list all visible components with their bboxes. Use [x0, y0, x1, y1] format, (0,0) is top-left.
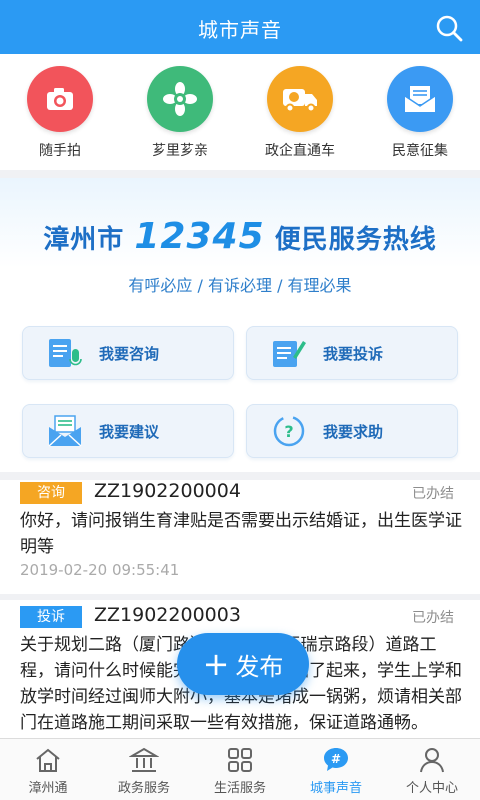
- status-text: 已办结: [412, 486, 454, 502]
- quick-item-neighbors[interactable]: 芗里芗亲: [120, 54, 240, 170]
- plus-icon: +: [202, 645, 230, 683]
- service-grid: 我要咨询 我要投诉 我要建议 ? 我要求助: [0, 306, 480, 472]
- complaint-icon: [273, 341, 306, 367]
- quick-item-label: 芗里芗亲: [152, 143, 208, 159]
- tab-label: 政务服务: [117, 781, 170, 796]
- quick-item-enterprise[interactable]: 政企直通车: [240, 54, 360, 170]
- government-icon: [129, 747, 159, 772]
- suggestion-button[interactable]: 我要建议: [22, 404, 234, 458]
- quick-item-label: 随手拍: [39, 143, 81, 159]
- consult-label: 我要咨询: [99, 344, 160, 363]
- ticket-code: ZZ1902200004: [94, 480, 241, 502]
- help-icon: ?: [273, 415, 305, 447]
- complaint-button[interactable]: 我要投诉: [246, 326, 458, 380]
- hotline-banner[interactable]: 漳州市 12345 便民服务热线 有呼必应 / 有诉必理 / 有理必果: [0, 178, 480, 320]
- help-button[interactable]: ? 我要求助: [246, 404, 458, 458]
- publish-button[interactable]: + 发布: [177, 633, 309, 695]
- search-icon[interactable]: [434, 13, 464, 43]
- user-icon: [420, 748, 444, 773]
- tab-label: 生活服务: [213, 781, 266, 796]
- hotline-slogan: 有呼必应 / 有诉必理 / 有理必果: [128, 276, 352, 295]
- consult-button[interactable]: 我要咨询: [22, 326, 234, 380]
- tab-government-services[interactable]: 政务服务: [96, 739, 192, 800]
- tab-personal-center[interactable]: 个人中心: [384, 739, 480, 800]
- quick-item-label: 民意征集: [392, 143, 448, 159]
- list-divider: [0, 594, 480, 600]
- grid-icon: [228, 748, 252, 772]
- top-bar: 城市声音: [0, 0, 480, 54]
- hotline-name: 便民服务热线: [274, 225, 437, 255]
- consult-icon: [49, 339, 82, 367]
- ticket-code: ZZ1902200003: [94, 604, 241, 626]
- svg-text:?: ?: [284, 422, 293, 441]
- app-screen: 城市声音 随手拍 芗里芗亲 政企直通车 民意征集 漳州市 12345 便民服务热…: [0, 0, 480, 800]
- quick-item-label: 政企直通车: [265, 143, 335, 159]
- message-body: 你好，请问报销生育津贴是否需要出示结婚证，出生医学证明等: [20, 511, 462, 557]
- list-item[interactable]: 咨询 ZZ1902200004 已办结 你好，请问报销生育津贴是否需要出示结婚证…: [0, 480, 480, 592]
- hashtag-chat-icon: #: [324, 748, 348, 771]
- suggestion-label: 我要建议: [99, 422, 160, 441]
- hotline-title: 漳州市 12345 便民服务热线: [0, 216, 480, 257]
- flower-icon: [147, 66, 213, 132]
- timestamp: 2019-02-20 09:55:41: [20, 561, 180, 579]
- publish-label: 发布: [235, 652, 284, 681]
- hotline-city: 漳州市: [43, 225, 125, 255]
- quick-item-opinion[interactable]: 民意征集: [360, 54, 480, 170]
- camera-icon: [27, 66, 93, 132]
- page-title: 城市声音: [198, 18, 282, 42]
- quick-item-snapshot[interactable]: 随手拍: [0, 54, 120, 170]
- category-badge: 投诉: [20, 606, 82, 628]
- tab-label: 漳州通: [28, 781, 68, 796]
- tab-life-services[interactable]: 生活服务: [192, 739, 288, 800]
- suggestion-icon: [48, 415, 82, 447]
- quick-entry-row: 随手拍 芗里芗亲 政企直通车 民意征集: [0, 54, 480, 170]
- svg-text:#: #: [331, 752, 341, 766]
- hotline-number: 12345: [134, 216, 265, 257]
- mail-icon: [387, 66, 453, 132]
- tab-zhangzhoutong[interactable]: 漳州通: [0, 739, 96, 800]
- status-text: 已办结: [412, 610, 454, 626]
- truck-icon: [267, 66, 333, 132]
- tab-label: 城事声音: [309, 781, 362, 796]
- category-badge: 咨询: [20, 482, 82, 504]
- bottom-nav: 漳州通 政务服务 生活服务 # 城事声音 个人中心: [0, 738, 480, 800]
- tab-city-voice[interactable]: # 城事声音: [288, 739, 384, 800]
- tab-label: 个人中心: [405, 781, 458, 796]
- help-label: 我要求助: [323, 422, 384, 441]
- complaint-label: 我要投诉: [323, 344, 384, 363]
- home-icon: [36, 748, 60, 772]
